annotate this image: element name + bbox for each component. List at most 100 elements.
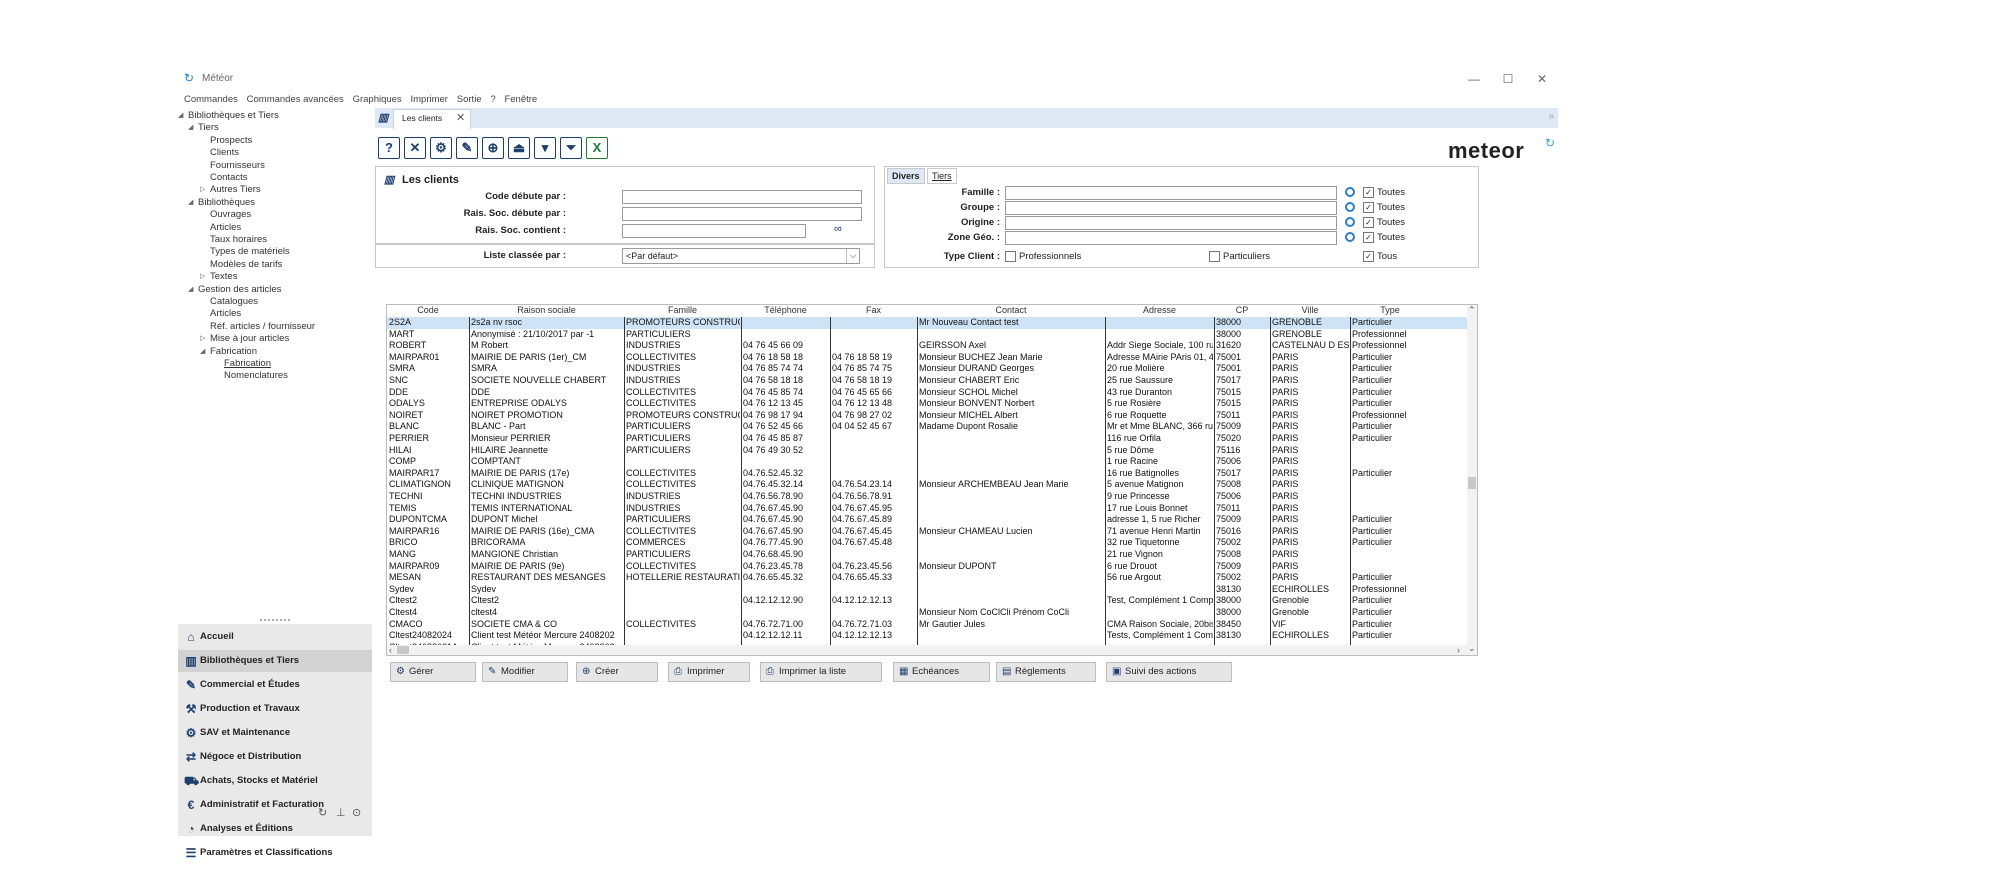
famille-input[interactable] [1005, 186, 1337, 200]
tree-item-mise-a-jour-articles[interactable]: Mise à jour articles [210, 333, 289, 345]
table-row[interactable]: NOIRET NOIRET PROMOTION PROMOTEURS CONSTRU… [387, 410, 1467, 422]
module-analyses-et-editions[interactable]: ◔ Analyses et Éditions [178, 818, 372, 840]
table-row[interactable]: MANG MANGIONE Christian PARTICULIERS 04.76.… [387, 549, 1467, 561]
edit-button[interactable]: ✎ [456, 137, 478, 159]
tab-les-clients[interactable]: Les clients ✕ [393, 109, 471, 129]
imprimer-button[interactable]: ⎙ Imprimer [668, 662, 750, 682]
famille-toutes-checkbox[interactable]: ✓ [1363, 187, 1374, 198]
module-accueil[interactable]: ⌂ Accueil [178, 626, 372, 648]
delete-button[interactable]: ✕ [404, 137, 426, 159]
tree-item-ref-articles-fournisseur[interactable]: Réf. articles / fournisseur [210, 321, 315, 333]
zone-geo-toutes-checkbox[interactable]: ✓ [1363, 232, 1374, 243]
groupe-toutes-checkbox[interactable]: ✓ [1363, 202, 1374, 213]
table-row[interactable]: PERRIER Monsieur PERRIER PARTICULIERS 04 76… [387, 433, 1467, 445]
tree-toggle-icon[interactable]: ◢ [188, 122, 193, 134]
menu-sortie[interactable]: Sortie [457, 92, 482, 108]
tree-item-textes[interactable]: Textes [210, 271, 237, 283]
close-window-button[interactable]: ✕ [1530, 70, 1554, 88]
module-parametres-et-classifications[interactable]: ☰ Paramètres et Classifications [178, 842, 372, 864]
imprimer-la-liste-button[interactable]: ⎙ Imprimer la liste [760, 662, 882, 682]
table-row[interactable]: Cltest24082024 Client test Météor Mercure… [387, 630, 1467, 642]
tree-toggle-icon[interactable]: ◢ [200, 346, 205, 358]
down-button[interactable]: ▾ [534, 137, 556, 159]
table-row[interactable]: ROBERT M Robert INDUSTRIES 04 76 45 66 09 G… [387, 340, 1467, 352]
tree-toggle-icon[interactable]: ◢ [178, 110, 183, 122]
column-header-adresse[interactable]: Adresse [1105, 305, 1214, 316]
table-row[interactable]: CLIMATIGNON CLINIQUE MATIGNON COLLECTIVITE… [387, 479, 1467, 491]
table-row[interactable]: MAIRPAR09 MAIRIE DE PARIS (9e) COLLECTIVIT… [387, 561, 1467, 573]
table-row[interactable]: MAIRPAR16 MAIRIE DE PARIS (16e)_CMA COLLEC… [387, 526, 1467, 538]
search-icon[interactable] [1345, 217, 1355, 227]
search-icon[interactable] [1345, 202, 1355, 212]
table-row[interactable]: ODALYS ENTREPRISE ODALYS COLLECTIVITES 04 7… [387, 398, 1467, 410]
horizontal-scrollbar[interactable]: ‹ › [387, 645, 1467, 655]
tree-item-fabrication[interactable]: Fabrication [210, 346, 257, 358]
origine-toutes-checkbox[interactable]: ✓ [1363, 217, 1374, 228]
module-commercial-et-etudes[interactable]: ✎ Commercial et Études [178, 674, 372, 696]
tree-toggle-icon[interactable]: ◢ [188, 197, 193, 209]
splitter-handle[interactable] [260, 619, 290, 621]
menu-imprimer[interactable]: Imprimer [411, 92, 448, 108]
column-header-fax[interactable]: Fax [830, 305, 917, 316]
tree-item-catalogues[interactable]: Catalogues [210, 296, 258, 308]
search-icon[interactable] [1345, 187, 1355, 197]
filter-button[interactable]: ⏷ [560, 137, 582, 159]
particuliers-checkbox[interactable] [1209, 251, 1220, 262]
table-row[interactable]: TECHNI TECHNI INDUSTRIES INDUSTRIES 04.76.5… [387, 491, 1467, 503]
eject-button[interactable]: ⏏ [508, 137, 530, 159]
reglements-button[interactable]: ▤ Règlements [996, 662, 1096, 682]
maximize-button[interactable]: ☐ [1496, 70, 1520, 88]
table-row[interactable]: MAIRPAR17 MAIRIE DE PARIS (17e) COLLECTIVI… [387, 468, 1467, 480]
column-header-telephone[interactable]: Téléphone [741, 305, 830, 316]
menu-options-icon[interactable]: ⊙ [352, 806, 361, 819]
professionnels-checkbox[interactable] [1005, 251, 1016, 262]
help-button[interactable]: ? [378, 137, 400, 159]
tree-item-taux-horaires[interactable]: Taux horaires [210, 234, 267, 246]
origine-input[interactable] [1005, 216, 1337, 230]
vertical-scroll-thumb[interactable] [1468, 477, 1476, 489]
pin-icon[interactable]: ⊥ [336, 806, 346, 819]
tree-toggle-icon[interactable]: ▷ [200, 184, 205, 196]
add-button[interactable]: ⊕ [482, 137, 504, 159]
table-row[interactable]: BRICO BRICORAMA COMMERCES 04.76.77.45.90 04.… [387, 537, 1467, 549]
tree-toggle-icon[interactable]: ▷ [200, 333, 205, 345]
table-row[interactable]: TEMIS TEMIS INTERNATIONAL INDUSTRIES 04.76.… [387, 503, 1467, 515]
suivi-des-actions-button[interactable]: ▣ Suivi des actions [1106, 662, 1232, 682]
code-input[interactable] [622, 190, 862, 204]
chevron-down-icon[interactable]: ⌵ [846, 249, 859, 263]
tree-toggle-icon[interactable]: ◢ [188, 284, 193, 296]
menu-graphiques[interactable]: Graphiques [353, 92, 402, 108]
menu-fenetre[interactable]: Fenêtre [504, 92, 537, 108]
echeances-button[interactable]: ▦ Echéances [893, 662, 990, 682]
zone-geo-input[interactable] [1005, 231, 1337, 245]
binoculars-icon[interactable]: ∞ [834, 223, 842, 235]
tree-item-articles[interactable]: Articles [210, 308, 241, 320]
tab-overflow-icon[interactable]: » [1548, 111, 1554, 122]
tous-checkbox[interactable]: ✓ [1363, 251, 1374, 262]
minimize-button[interactable]: — [1462, 70, 1486, 88]
settings-button[interactable]: ⚙ [430, 137, 452, 159]
excel-button[interactable]: X [586, 137, 608, 159]
column-header-raison-sociale[interactable]: Raison sociale [469, 305, 624, 316]
table-row[interactable]: CMACO SOCIETE CMA & CO COLLECTIVITES 04.76.… [387, 619, 1467, 631]
tree-item-clients[interactable]: Clients [210, 147, 239, 159]
table-row[interactable]: SNC SOCIETE NOUVELLE CHABERT INDUSTRIES 04 … [387, 375, 1467, 387]
gerer-button[interactable]: ⚙ Gérer [390, 662, 476, 682]
table-row[interactable]: MESAN RESTAURANT DES MESANGES HOTELLERIE R… [387, 572, 1467, 584]
menu-commandes-avancees[interactable]: Commandes avancées [247, 92, 344, 108]
tree-toggle-icon[interactable]: ▷ [200, 271, 205, 283]
table-row[interactable]: COMP COMPTANT 1 rue Racine 75006 PARIS [387, 456, 1467, 468]
table-row[interactable]: 2S2A 2s2a nv rsoc PROMOTEURS CONSTRUCT Mr N… [387, 317, 1467, 329]
tree-item-bibliotheques-et-tiers[interactable]: Bibliothèques et Tiers [188, 110, 279, 122]
column-header-code[interactable]: Code [387, 305, 469, 316]
table-row[interactable]: SMRA SMRA INDUSTRIES 04 76 85 74 74 04 76 85… [387, 363, 1467, 375]
table-row[interactable]: DUPONTCMA DUPONT Michel PARTICULIERS 04.76.… [387, 514, 1467, 526]
creer-button[interactable]: ⊕ Créer [576, 662, 658, 682]
tree-item-tiers[interactable]: Tiers [198, 122, 219, 134]
tree-item-articles[interactable]: Articles [210, 222, 241, 234]
tab-close-icon[interactable]: ✕ [456, 111, 465, 124]
module-achats-stocks-et-materiel[interactable]: ⛟ Achats, Stocks et Matériel [178, 770, 372, 792]
table-row[interactable]: MART Anonymisé : 21/10/2017 par -1 PARTICU… [387, 329, 1467, 341]
rs-contains-input[interactable] [622, 224, 806, 238]
column-header-contact[interactable]: Contact [917, 305, 1105, 316]
